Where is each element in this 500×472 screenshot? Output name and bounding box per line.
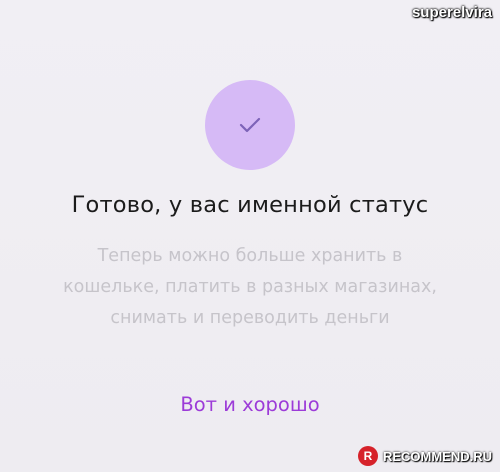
- watermark-username: superelvira: [411, 4, 492, 21]
- recommend-logo-icon: R: [357, 446, 378, 466]
- recommend-watermark: R RECOMMEND.RU: [357, 446, 492, 466]
- recommend-site-label: RECOMMEND.RU: [382, 448, 492, 464]
- status-title: Готово, у вас именной статус: [71, 192, 429, 218]
- checkmark-icon: [239, 117, 261, 133]
- success-circle: [205, 80, 295, 170]
- status-screen: superelvira Готово, у вас именной статус…: [0, 0, 500, 472]
- confirm-button[interactable]: Вот и хорошо: [0, 393, 500, 416]
- status-description: Теперь можно больше хранить в кошельке, …: [63, 246, 437, 328]
